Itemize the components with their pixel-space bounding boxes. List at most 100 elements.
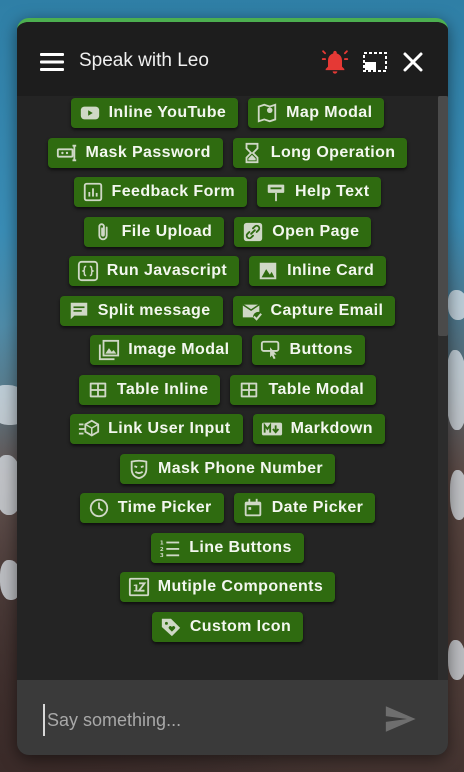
long-operation-button[interactable]: Long Operation <box>232 137 408 168</box>
button-label: Buttons <box>289 341 353 358</box>
mask-phone-number-button[interactable]: Mask Phone Number <box>119 453 336 484</box>
svg-text:2: 2 <box>160 546 164 552</box>
button-row: Table Inline Table Modal <box>17 374 438 405</box>
chat-window: Speak with Leo Inline YouTube Map Modal Ma… <box>17 18 448 755</box>
button-label: Capture Email <box>270 301 384 319</box>
button-label: Table Inline <box>116 380 209 398</box>
button-row: Inline YouTube Map Modal <box>17 98 438 128</box>
file-upload-button[interactable]: File Upload <box>83 216 225 247</box>
scrollbar-thumb[interactable] <box>438 96 448 336</box>
button-label: Markdown <box>290 420 373 437</box>
message-input[interactable] <box>43 704 369 736</box>
email-check-icon <box>241 300 263 322</box>
touch-button-icon <box>260 339 282 361</box>
numeric-icon: 1 <box>128 576 150 598</box>
mask-password-button[interactable]: Mask Password <box>47 137 223 168</box>
button-label: Help Text <box>295 183 370 200</box>
button-label: Mask Phone Number <box>157 459 324 477</box>
button-label: Mask Password <box>85 143 211 161</box>
button-label: Inline YouTube <box>108 104 227 121</box>
svg-text:1: 1 <box>160 540 164 546</box>
background-snow <box>448 290 464 320</box>
open-page-button[interactable]: Open Page <box>234 216 372 247</box>
image-modal-button[interactable]: Image Modal <box>90 335 242 365</box>
button-label: Long Operation <box>270 143 396 161</box>
button-label: Time Picker <box>117 499 212 516</box>
button-label: Split message <box>97 301 211 319</box>
button-row: Time Picker Date Picker <box>17 493 438 523</box>
youtube-icon <box>79 102 101 124</box>
button-label: Link User Input <box>108 420 231 437</box>
button-label: Map Modal <box>286 104 373 121</box>
split-message-button[interactable]: Split message <box>59 295 223 326</box>
button-row: Image Modal Buttons <box>17 335 438 365</box>
link-input-icon <box>78 418 100 440</box>
component-button-grid: Inline YouTube Map Modal Mask Password Long… <box>17 98 438 651</box>
bell-icon[interactable] <box>321 48 349 76</box>
inline-card-button[interactable]: Inline Card <box>249 256 387 286</box>
chat-title: Speak with Leo <box>79 50 209 71</box>
background-snow <box>448 640 464 680</box>
link-icon <box>242 221 264 243</box>
line-buttons-button[interactable]: 1 2 3 Line Buttons <box>151 532 304 563</box>
custom-icon-button[interactable]: Custom Icon <box>151 611 304 642</box>
table-icon <box>238 379 260 401</box>
button-row: Mask Phone Number <box>17 453 438 484</box>
inline-youtube-button[interactable]: Inline YouTube <box>70 98 239 128</box>
button-label: Table Modal <box>268 380 365 398</box>
hourglass-icon <box>241 142 263 164</box>
message-icon <box>68 300 90 322</box>
minimize-window-icon[interactable] <box>361 48 389 76</box>
button-row: File Upload Open Page <box>17 216 438 247</box>
button-label: File Upload <box>121 222 213 240</box>
image-card-icon <box>257 260 279 282</box>
button-row: Split message Capture Email <box>17 295 438 326</box>
hamburger-icon[interactable] <box>40 52 64 72</box>
date-picker-button[interactable]: Date Picker <box>233 493 376 523</box>
mask-icon <box>128 458 150 480</box>
link-user-input-button[interactable]: Link User Input <box>70 414 243 444</box>
button-label: Inline Card <box>287 262 375 279</box>
background-snow <box>446 350 464 430</box>
images-icon <box>98 339 120 361</box>
table-modal-button[interactable]: Table Modal <box>230 374 377 405</box>
button-row: Link User Input Markdown <box>17 414 438 444</box>
close-icon[interactable] <box>399 48 427 76</box>
button-label: Run Javascript <box>106 262 228 279</box>
numbered-list-icon: 123 <box>159 537 181 559</box>
button-row: 1 Mutiple Components <box>17 572 438 602</box>
button-row: 1 2 3 Line Buttons <box>17 532 438 563</box>
time-picker-button[interactable]: Time Picker <box>79 493 224 523</box>
password-icon <box>56 142 78 164</box>
button-label: Custom Icon <box>189 617 292 635</box>
input-bar <box>17 680 448 755</box>
mutiple-components-button[interactable]: 1 Mutiple Components <box>119 572 336 602</box>
button-row: Run Javascript Inline Card <box>17 256 438 286</box>
capture-email-button[interactable]: Capture Email <box>232 295 396 326</box>
code-braces-icon <box>77 260 99 282</box>
button-row: Custom Icon <box>17 611 438 642</box>
run-javascript-button[interactable]: Run Javascript <box>68 256 240 286</box>
send-icon[interactable] <box>383 702 417 736</box>
button-label: Feedback Form <box>111 183 236 200</box>
table-inline-button[interactable]: Table Inline <box>78 374 221 405</box>
buttons-button[interactable]: Buttons <box>251 335 365 365</box>
button-label: Line Buttons <box>189 538 292 556</box>
svg-text:1: 1 <box>132 584 139 595</box>
tag-heart-icon <box>160 616 182 638</box>
map-icon <box>256 102 278 124</box>
button-label: Mutiple Components <box>157 578 324 595</box>
markdown-button[interactable]: Markdown <box>252 414 385 444</box>
map-modal-button[interactable]: Map Modal <box>248 98 385 128</box>
markdown-icon <box>261 418 283 440</box>
svg-text:3: 3 <box>160 553 164 559</box>
feedback-form-button[interactable]: Feedback Form <box>73 177 248 207</box>
button-row: Feedback Form Help Text <box>17 177 438 207</box>
button-label: Date Picker <box>271 499 364 516</box>
chat-header: Speak with Leo <box>17 22 448 96</box>
message-area: Inline YouTube Map Modal Mask Password Long… <box>17 96 448 680</box>
button-label: Image Modal <box>128 341 230 358</box>
button-label: Open Page <box>272 222 360 240</box>
background-snow <box>450 470 464 520</box>
help-text-button[interactable]: Help Text <box>257 177 382 207</box>
